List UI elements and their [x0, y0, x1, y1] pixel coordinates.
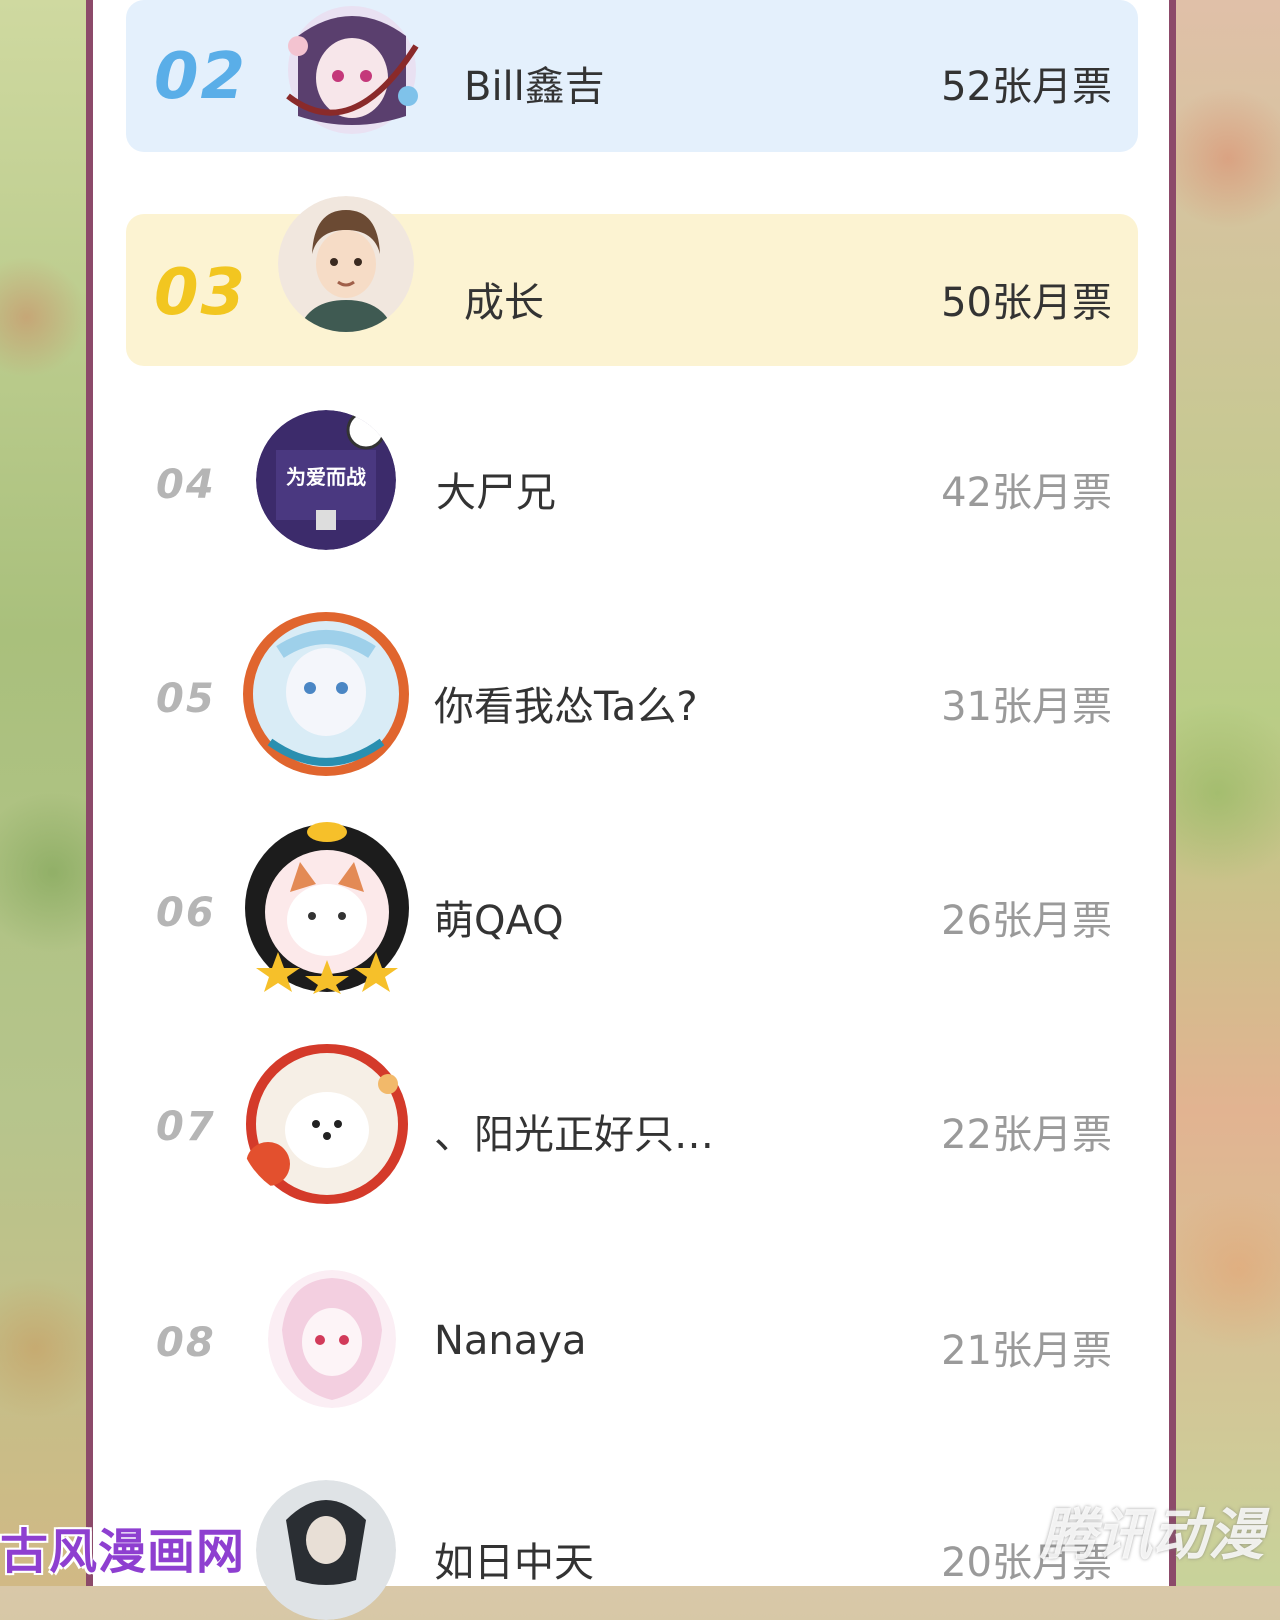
- rank-number: 06: [156, 890, 216, 936]
- vote-count: 21张月票: [941, 1328, 1112, 1374]
- avatar-image: [278, 196, 414, 332]
- rank-number: 08: [156, 1320, 216, 1366]
- avatar-image: [245, 822, 409, 994]
- user-avatar[interactable]: [268, 6, 436, 134]
- user-avatar[interactable]: [256, 1480, 396, 1620]
- user-name[interactable]: 萌QAQ: [434, 888, 564, 946]
- avatar-image: [268, 1270, 396, 1408]
- user-name[interactable]: 大尸兄: [436, 460, 556, 518]
- vote-count: 50张月票: [941, 280, 1112, 326]
- avatar-image: [286, 6, 419, 134]
- user-name[interactable]: 你看我怂Ta么?: [434, 674, 698, 732]
- user-avatar[interactable]: [230, 812, 424, 994]
- vote-count: 22张月票: [941, 1112, 1112, 1158]
- user-avatar[interactable]: [238, 1044, 416, 1204]
- rank-number: 07: [156, 1104, 216, 1150]
- user-name[interactable]: 如日中天: [434, 1530, 594, 1588]
- vote-count: 42张月票: [941, 470, 1112, 516]
- rank-number: 04: [156, 462, 216, 508]
- vote-count: 52张月票: [941, 64, 1112, 110]
- user-avatar[interactable]: 为爱而战: [256, 410, 396, 550]
- user-name[interactable]: 成长: [464, 270, 544, 328]
- rank-number: 02: [154, 40, 248, 114]
- site-watermark-right: 腾讯动漫: [1040, 1503, 1264, 1568]
- avatar-text: 为爱而战: [286, 465, 366, 489]
- rank-number: 03: [154, 256, 248, 330]
- avatar-image: [243, 612, 409, 776]
- avatar-image: [256, 1480, 396, 1620]
- background-right-decoration: [1176, 0, 1280, 1586]
- user-avatar[interactable]: [240, 612, 412, 776]
- user-avatar[interactable]: [278, 196, 414, 332]
- user-name[interactable]: Bill鑫吉: [464, 54, 605, 112]
- avatar-image: 为爱而战: [256, 410, 396, 550]
- rank-number: 05: [156, 676, 216, 722]
- vote-count: 31张月票: [941, 684, 1112, 730]
- vote-count: 26张月票: [941, 898, 1112, 944]
- user-name[interactable]: 、阳光正好只…: [434, 1102, 714, 1160]
- user-avatar[interactable]: [268, 1270, 396, 1408]
- background-left-decoration: [0, 0, 88, 1586]
- site-watermark-left: 古风漫画网: [0, 1524, 246, 1580]
- avatar-image: [246, 1044, 408, 1204]
- user-name[interactable]: Nanaya: [434, 1318, 586, 1364]
